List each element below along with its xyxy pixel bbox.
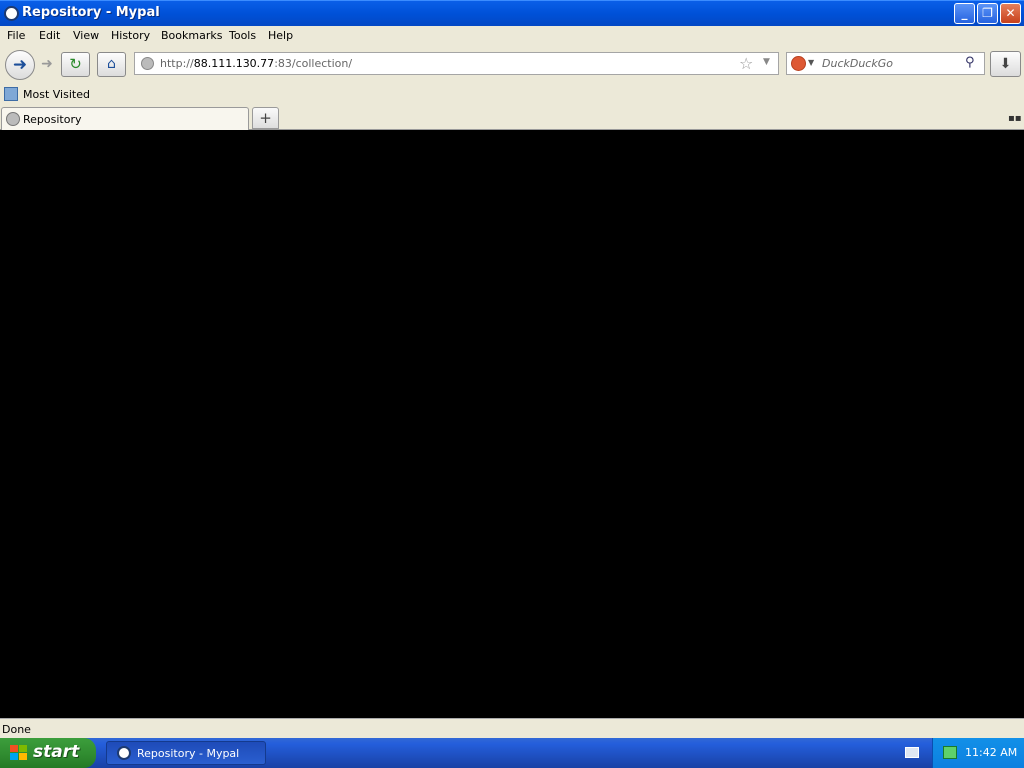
navigation-toolbar: ➜ ➜ ↻ ⌂ http://88.111.130.77:83/collecti…: [0, 46, 1024, 84]
menu-help[interactable]: Help: [268, 29, 293, 42]
menu-file[interactable]: File: [7, 29, 25, 42]
url-history-dropdown-icon[interactable]: ▼: [763, 57, 770, 67]
menu-edit[interactable]: Edit: [39, 29, 60, 42]
keyboard-language-icon[interactable]: [905, 747, 919, 758]
engine-dropdown-icon[interactable]: ▼: [808, 58, 814, 67]
menu-tools[interactable]: Tools: [229, 29, 256, 42]
list-all-tabs-icon[interactable]: ▪▪: [1008, 113, 1022, 124]
menu-bar: File Edit View History Bookmarks Tools H…: [0, 26, 1024, 46]
start-button[interactable]: start: [0, 738, 96, 768]
minimize-button[interactable]: _: [954, 3, 975, 24]
reload-button[interactable]: ↻: [61, 52, 90, 77]
close-button[interactable]: ✕: [1000, 3, 1021, 24]
window-title: Repository - Mypal: [22, 5, 160, 20]
back-arrow-icon: ➜: [12, 55, 28, 75]
reload-icon: ↻: [69, 55, 82, 73]
search-magnifier-icon[interactable]: ⚲: [965, 55, 975, 70]
windows-flag-icon: [10, 745, 28, 761]
forward-arrow-icon: ➜: [41, 56, 53, 72]
page-content[interactable]: [0, 130, 1024, 718]
tab-favicon-icon: [6, 112, 20, 126]
restore-button[interactable]: ❐: [977, 3, 998, 24]
url-host: 88.111.130.77: [193, 57, 275, 70]
menu-bookmarks[interactable]: Bookmarks: [161, 29, 222, 42]
taskbar-item-mypal[interactable]: Repository - Mypal: [106, 741, 266, 765]
taskbar-item-label: Repository - Mypal: [137, 747, 240, 760]
status-text: Done: [2, 723, 31, 736]
clock[interactable]: 11:42 AM: [965, 746, 1017, 759]
new-tab-button[interactable]: +: [252, 107, 279, 129]
url-scheme: http://: [160, 57, 194, 70]
tab-repository[interactable]: Repository: [1, 107, 249, 131]
status-bar: Done: [0, 718, 1024, 738]
bookmark-most-visited[interactable]: Most Visited: [23, 88, 90, 101]
system-tray: 11:42 AM: [932, 738, 1024, 768]
tab-strip: Repository + ▪▪: [0, 106, 1024, 131]
url-path: :83/collection/: [274, 57, 353, 70]
menu-view[interactable]: View: [73, 29, 99, 42]
mypal-taskbar-icon: [117, 746, 131, 760]
home-icon: ⌂: [107, 56, 116, 72]
tab-label: Repository: [23, 113, 82, 126]
start-label: start: [33, 742, 80, 762]
download-arrow-icon: ⬇: [999, 56, 1012, 72]
home-button[interactable]: ⌂: [97, 52, 126, 77]
forward-button[interactable]: ➜: [36, 56, 58, 74]
duckduckgo-engine-icon[interactable]: [791, 56, 806, 71]
network-tray-icon[interactable]: [943, 746, 957, 759]
plus-icon: +: [259, 109, 272, 127]
bookmarks-toolbar: Most Visited: [0, 84, 1024, 106]
menu-history[interactable]: History: [111, 29, 150, 42]
url-bar[interactable]: http://88.111.130.77:83/collection/ ☆ ▼: [134, 52, 779, 75]
site-identity-globe-icon[interactable]: [141, 57, 154, 70]
search-placeholder: DuckDuckGo: [822, 57, 893, 70]
mypal-app-icon[interactable]: [4, 6, 19, 21]
search-bar[interactable]: ▼ DuckDuckGo ⚲: [786, 52, 985, 75]
downloads-button[interactable]: ⬇: [990, 51, 1021, 77]
most-visited-icon: [4, 87, 18, 101]
back-button[interactable]: ➜: [5, 50, 35, 80]
taskbar: start Repository - Mypal 11:42 AM: [0, 738, 1024, 768]
title-bar[interactable]: Repository - Mypal _ ❐ ✕: [0, 0, 1024, 26]
url-text[interactable]: http://88.111.130.77:83/collection/: [160, 57, 352, 70]
bookmark-star-icon[interactable]: ☆: [739, 54, 753, 73]
